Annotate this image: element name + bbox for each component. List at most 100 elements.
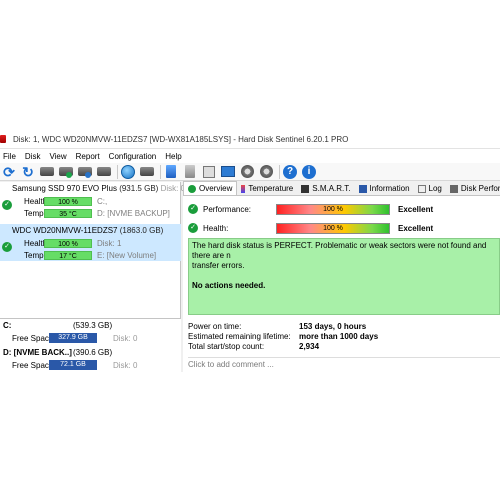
information-icon <box>358 184 367 193</box>
performance-verdict: Excellent <box>398 204 434 214</box>
power-on-label: Power on time: <box>188 322 242 331</box>
toolbar-separator <box>117 164 118 179</box>
toolbar: ⟳ ↻ ? i <box>0 163 500 181</box>
disk-temp-row: Temp.: 35 °C D: [NVME BACKUP] <box>0 207 181 219</box>
disk-header: WDC WD20NMVW-11EDZS7 (1863.0 GB) <box>0 224 181 237</box>
free-space-label: Free Space <box>12 333 54 343</box>
health-bar: 100 % <box>276 222 390 234</box>
report-icon[interactable] <box>163 164 179 180</box>
disk-list-panel: Samsung SSD 970 EVO Plus (931.5 GB) Disk… <box>0 182 185 372</box>
tab-label: S.M.A.R.T. <box>312 184 351 193</box>
tab-label: Temperature <box>248 184 294 193</box>
volume-size: (390.6 GB) <box>73 348 113 357</box>
start-stop-value: 2,934 <box>299 342 320 351</box>
app-logo-icon <box>0 134 10 144</box>
tab-overview[interactable]: Overview <box>183 181 238 195</box>
tab-label: Information <box>369 184 410 193</box>
disk-alt-icon[interactable] <box>96 164 112 180</box>
tab-label: Disk Performa <box>460 184 500 193</box>
comment-field[interactable]: Click to add comment ... <box>188 357 500 370</box>
lifetime-value: more than 1000 days <box>299 332 379 341</box>
free-space-bar: 327.9 GB <box>49 333 97 343</box>
refresh-all-icon[interactable]: ↻ <box>20 164 36 180</box>
menu-configuration[interactable]: Configuration <box>109 152 157 161</box>
power-on-value: 153 days, 0 hours <box>299 322 367 331</box>
disk-size: (1863.0 GB) <box>119 226 164 235</box>
check-icon: ✓ <box>188 204 198 214</box>
volume-disk-number: Disk: 0 <box>113 360 138 370</box>
tab-label: Log <box>428 184 442 193</box>
temp-bar: 17 °C <box>44 250 92 260</box>
disk-header: Samsung SSD 970 EVO Plus (931.5 GB) Disk… <box>0 182 185 195</box>
disk-number: Disk: 0 <box>160 184 186 193</box>
menu-bar: File Disk View Report Configuration Help <box>0 149 500 163</box>
actions-message: No actions needed. <box>192 281 266 290</box>
performance-label: Performance: <box>203 204 252 214</box>
disk-number: Disk: 1 <box>97 238 122 248</box>
disk-volume-list: C:, <box>97 196 108 206</box>
volume-name: C: <box>3 321 12 330</box>
refresh-icon[interactable]: ⟳ <box>1 164 17 180</box>
volume-name: D: [NVME BACK..] <box>3 348 72 357</box>
disk-health-row: Health: 100 % Disk: 1 <box>0 237 181 249</box>
volume-entry-c[interactable]: C: (539.3 GB) Free Space 327.9 GB Disk: … <box>0 319 181 346</box>
help-icon[interactable]: ? <box>282 164 298 180</box>
volume-disk-number: Disk: 0 <box>113 333 138 343</box>
menu-file[interactable]: File <box>3 152 16 161</box>
disk-entry-0[interactable]: Samsung SSD 970 EVO Plus (931.5 GB) Disk… <box>0 182 185 219</box>
monitor-icon[interactable] <box>220 164 236 180</box>
check-icon: ✓ <box>2 242 12 252</box>
tab-smart[interactable]: S.M.A.R.T. <box>297 182 354 195</box>
toolbar-separator <box>279 164 280 179</box>
volume-list: C: (539.3 GB) Free Space 327.9 GB Disk: … <box>0 318 181 372</box>
tab-log[interactable]: Log <box>414 182 446 195</box>
app-window: Disk: 1, WDC WD20NMVW-11EDZS7 [WD-WX81A1… <box>0 130 500 372</box>
title-bar: Disk: 1, WDC WD20NMVW-11EDZS7 [WD-WX81A1… <box>0 130 500 149</box>
disk-entry-1[interactable]: WDC WD20NMVW-11EDZS7 (1863.0 GB) ✓ Healt… <box>0 224 181 261</box>
disk-send-icon[interactable] <box>139 164 155 180</box>
overview-icon <box>188 184 196 193</box>
toolbar-separator <box>160 164 161 179</box>
health-verdict: Excellent <box>398 223 434 233</box>
temperature-icon <box>241 184 246 193</box>
volume-entry-d[interactable]: D: [NVME BACK..] (390.6 GB) Free Space 7… <box>0 346 181 372</box>
settings-icon[interactable] <box>258 164 274 180</box>
tab-information[interactable]: Information <box>355 182 414 195</box>
info-icon[interactable]: i <box>301 164 317 180</box>
performance-bar: 100 % <box>276 203 390 215</box>
disk-test-icon[interactable] <box>39 164 55 180</box>
calendar-icon[interactable] <box>201 164 217 180</box>
menu-help[interactable]: Help <box>165 152 181 161</box>
lifetime-label: Estimated remaining lifetime: <box>188 332 291 341</box>
menu-view[interactable]: View <box>49 152 66 161</box>
disk-ok-icon[interactable] <box>58 164 74 180</box>
tab-temperature[interactable]: Temperature <box>237 182 297 195</box>
disk-performance-icon <box>449 184 458 193</box>
disk-summary: Power on time: 153 days, 0 hours Estimat… <box>188 322 500 352</box>
status-description[interactable]: The hard disk status is PERFECT. Problem… <box>188 238 500 315</box>
volume-size: (539.3 GB) <box>73 321 113 330</box>
gear-icon[interactable] <box>239 164 255 180</box>
start-stop-label: Total start/stop count: <box>188 342 265 351</box>
tab-disk-performance[interactable]: Disk Performa <box>446 182 500 195</box>
disk-name: WDC WD20NMVW-11EDZS7 <box>12 226 118 235</box>
health-bar: 100 % <box>44 196 92 206</box>
disk-name: Samsung SSD 970 EVO Plus <box>12 184 117 193</box>
menu-disk[interactable]: Disk <box>25 152 41 161</box>
report-alt-icon[interactable] <box>182 164 198 180</box>
free-space-label: Free Space <box>12 360 54 370</box>
disk-health-row: Health: 100 % C:, <box>0 195 181 207</box>
check-icon: ✓ <box>2 200 12 210</box>
menu-report[interactable]: Report <box>76 152 100 161</box>
tab-label: Overview <box>199 184 233 193</box>
power-on-row: Power on time: 153 days, 0 hours <box>188 322 500 332</box>
log-icon <box>417 184 426 193</box>
disk-temp-row: Temp.: 17 °C E: [New Volume] <box>0 249 181 261</box>
performance-row: ✓ Performance: 100 % Excellent <box>188 202 433 216</box>
health-row: ✓ Health: 100 % Excellent <box>188 221 433 235</box>
disk-check-icon[interactable] <box>77 164 93 180</box>
temp-bar: 35 °C <box>44 208 92 218</box>
status-message: The hard disk status is PERFECT. Problem… <box>192 241 487 270</box>
network-globe-icon[interactable] <box>120 164 136 180</box>
start-stop-row: Total start/stop count: 2,934 <box>188 342 500 352</box>
